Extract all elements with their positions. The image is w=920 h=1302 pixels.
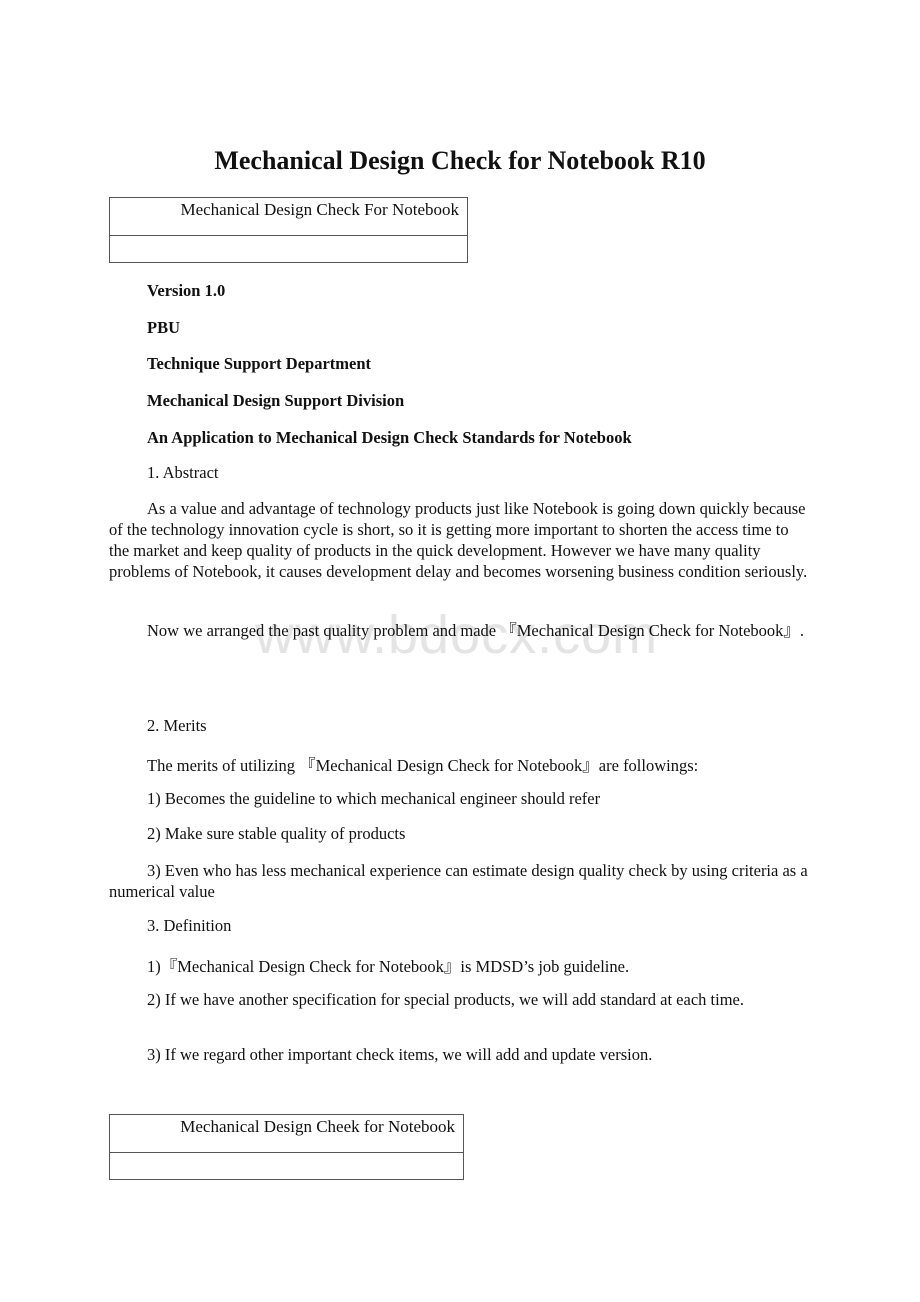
abstract-paragraph: Now we arranged the past quality problem…	[147, 621, 805, 640]
section-heading-abstract: 1. Abstract	[147, 463, 219, 482]
definition-item: 3) If we regard other important check it…	[147, 1045, 653, 1064]
merits-intro: The merits of utilizing 『Mechanical Desi…	[147, 756, 699, 775]
header-table-empty-cell	[109, 235, 468, 263]
document-title: Mechanical Design Check for Notebook R10	[214, 146, 706, 175]
division-label: Mechanical Design Support Division	[147, 391, 405, 410]
version-label: Version 1.0	[147, 281, 226, 300]
section-heading-definition: 3. Definition	[147, 916, 232, 935]
header-table-bottom: Mechanical Design Cheek for Notebook	[109, 1114, 464, 1180]
header-table-cell: Mechanical Design Cheek for Notebook	[109, 1114, 464, 1153]
section-heading-merits: 2. Merits	[147, 716, 207, 735]
header-table-cell: Mechanical Design Check For Notebook	[109, 197, 468, 236]
definition-item: 2) If we have another specification for …	[147, 990, 744, 1009]
header-table-empty-cell	[109, 1152, 464, 1180]
definition-item: 1)『Mechanical Design Check for Notebook』…	[147, 957, 630, 976]
merits-item: 1) Becomes the guideline to which mechan…	[147, 789, 601, 808]
merits-item: 3) Even who has less mechanical experien…	[109, 861, 808, 901]
unit-label: PBU	[147, 318, 180, 337]
merits-item: 2) Make sure stable quality of products	[147, 824, 406, 843]
document-subtitle: An Application to Mechanical Design Chec…	[147, 428, 632, 447]
department-label: Technique Support Department	[147, 354, 371, 373]
abstract-paragraph: As a value and advantage of technology p…	[109, 499, 808, 581]
header-table-top: Mechanical Design Check For Notebook	[109, 197, 468, 263]
